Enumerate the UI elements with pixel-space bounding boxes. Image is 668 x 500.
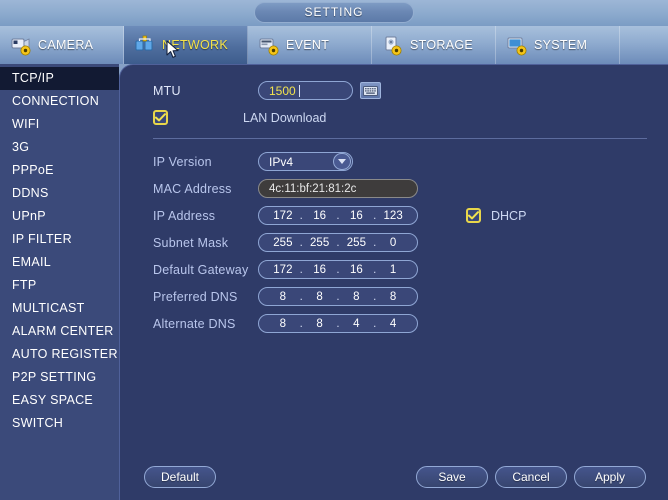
adns-octet-2: 8 [316, 317, 323, 330]
gateway-octet-3: 16 [349, 263, 363, 276]
ip-address-label: IP Address [153, 208, 216, 223]
preferred-dns-label: Preferred DNS [153, 289, 238, 304]
tab-event-label: EVENT [286, 38, 330, 52]
lan-download-row: LAN Download [153, 105, 658, 130]
keyboard-icon[interactable] [360, 82, 381, 99]
lan-download-checkbox[interactable] [153, 110, 168, 125]
mtu-label: MTU [153, 83, 181, 98]
tcp-ip-form: MTU 1500 LAN Download IP Version IPv4 MA… [153, 78, 658, 338]
tab-storage[interactable]: STORAGE [372, 26, 496, 64]
storage-gear-icon [382, 34, 404, 56]
sidebar-item-email[interactable]: EMAIL [0, 251, 119, 274]
adns-octet-4: 4 [389, 317, 397, 330]
network-gear-icon [134, 34, 156, 56]
ip-address-input[interactable]: 172 . 16 . 16 . 123 [258, 206, 418, 225]
save-button[interactable]: Save [416, 466, 488, 488]
sidebar-item-3g[interactable]: 3G [0, 136, 119, 159]
gateway-octet-2: 16 [313, 263, 327, 276]
sidebar-item-easy-space[interactable]: EASY SPACE [0, 389, 119, 412]
subnet-mask-input[interactable]: 255 . 255 . 255 . 0 [258, 233, 418, 252]
mtu-input[interactable]: 1500 [258, 81, 353, 100]
default-gateway-input[interactable]: 172 . 16 . 16 . 1 [258, 260, 418, 279]
gateway-octet-4: 1 [389, 263, 397, 276]
ip-octet-1: 172 [273, 209, 293, 222]
sidebar-item-auto-register[interactable]: AUTO REGISTER [0, 343, 119, 366]
ip-version-value: IPv4 [269, 154, 294, 169]
ip-address-row: IP Address 172 . 16 . 16 . 123 DHCP [153, 203, 658, 228]
mac-address-row: MAC Address 4c:11:bf:21:81:2c [153, 176, 658, 201]
ip-version-label: IP Version [153, 154, 212, 169]
mtu-value: 1500 [269, 83, 296, 98]
ip-octet-2: 16 [313, 209, 327, 222]
adns-octet-1: 8 [279, 317, 287, 330]
ip-version-select[interactable]: IPv4 [258, 152, 353, 171]
tab-camera-label: CAMERA [38, 38, 94, 52]
sidebar-item-p2p-setting[interactable]: P2P SETTING [0, 366, 119, 389]
alternate-dns-input[interactable]: 8 . 8 . 4 . 4 [258, 314, 418, 333]
sidebar-item-connection[interactable]: CONNECTION [0, 90, 119, 113]
text-caret [298, 84, 300, 97]
sidebar-item-switch[interactable]: SWITCH [0, 412, 119, 435]
camera-gear-icon [10, 34, 32, 56]
preferred-dns-row: Preferred DNS 8 . 8 . 8 . 8 [153, 284, 658, 309]
sidebar-item-pppoe[interactable]: PPPoE [0, 159, 119, 182]
default-gateway-row: Default Gateway 172 . 16 . 16 . 1 [153, 257, 658, 282]
subnet-octet-4: 0 [389, 236, 397, 249]
mac-address-label: MAC Address [153, 181, 232, 196]
system-gear-icon [506, 34, 528, 56]
ip-octet-3: 16 [349, 209, 363, 222]
gateway-octet-1: 172 [273, 263, 293, 276]
sidebar-item-ftp[interactable]: FTP [0, 274, 119, 297]
form-divider [153, 138, 647, 139]
sidebar-item-ip-filter[interactable]: IP FILTER [0, 228, 119, 251]
subnet-octet-2: 255 [310, 236, 330, 249]
mtu-row: MTU 1500 [153, 78, 658, 103]
dhcp-group: DHCP [466, 208, 526, 223]
sidebar-item-tcp-ip[interactable]: TCP/IP [0, 67, 119, 90]
default-gateway-label: Default Gateway [153, 262, 249, 277]
default-button[interactable]: Default [144, 466, 216, 488]
event-gear-icon [258, 34, 280, 56]
sidebar-item-multicast[interactable]: MULTICAST [0, 297, 119, 320]
ip-octet-4: 123 [383, 209, 403, 222]
tab-system-label: SYSTEM [534, 38, 588, 52]
pdns-octet-1: 8 [279, 290, 287, 303]
cancel-button[interactable]: Cancel [495, 466, 567, 488]
subnet-mask-label: Subnet Mask [153, 235, 229, 250]
pdns-octet-4: 8 [389, 290, 397, 303]
sidebar-item-alarm-center[interactable]: ALARM CENTER [0, 320, 119, 343]
tcp-ip-settings-panel: MTU 1500 LAN Download IP Version IPv4 MA… [119, 64, 668, 500]
sidebar-item-upnp[interactable]: UPnP [0, 205, 119, 228]
pdns-octet-2: 8 [316, 290, 323, 303]
lan-download-label: LAN Download [243, 110, 327, 125]
alternate-dns-row: Alternate DNS 8 . 8 . 4 . 4 [153, 311, 658, 336]
tab-network[interactable]: NETWORK [124, 26, 248, 64]
ip-version-row: IP Version IPv4 [153, 149, 658, 174]
chevron-down-icon[interactable] [333, 153, 351, 170]
preferred-dns-input[interactable]: 8 . 8 . 8 . 8 [258, 287, 418, 306]
dhcp-label: DHCP [491, 208, 527, 223]
tab-event[interactable]: EVENT [248, 26, 372, 64]
subnet-mask-row: Subnet Mask 255 . 255 . 255 . 0 [153, 230, 658, 255]
subnet-octet-1: 255 [273, 236, 293, 249]
title-bar: SETTING [0, 0, 668, 26]
action-button-row: Default Save Cancel Apply [120, 466, 668, 488]
setting-window: SETTING CAMERA NETWORK EVENT STORAGE SYS… [0, 0, 668, 500]
sidebar-item-wifi[interactable]: WIFI [0, 113, 119, 136]
settings-sidebar: TCP/IP CONNECTION WIFI 3G PPPoE DDNS UPn… [0, 64, 119, 500]
dhcp-checkbox[interactable] [466, 208, 481, 223]
mac-address-field: 4c:11:bf:21:81:2c [258, 179, 418, 198]
pdns-octet-3: 8 [353, 290, 360, 303]
sidebar-item-ddns[interactable]: DDNS [0, 182, 119, 205]
tab-storage-label: STORAGE [410, 38, 473, 52]
page-title: SETTING [254, 2, 414, 23]
tab-network-label: NETWORK [162, 38, 228, 52]
main-tab-strip: CAMERA NETWORK EVENT STORAGE SYSTEM [0, 26, 668, 64]
apply-button[interactable]: Apply [574, 466, 646, 488]
adns-octet-3: 4 [353, 317, 360, 330]
subnet-octet-3: 255 [346, 236, 366, 249]
tab-system[interactable]: SYSTEM [496, 26, 620, 64]
alternate-dns-label: Alternate DNS [153, 316, 236, 331]
tab-camera[interactable]: CAMERA [0, 26, 124, 64]
